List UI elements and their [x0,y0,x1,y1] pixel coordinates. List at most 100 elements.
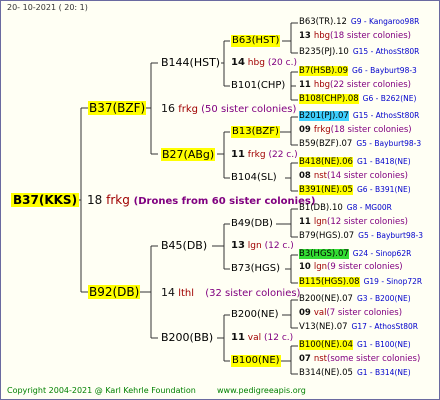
gen4-queen-name: B3(HGS).07 [299,249,349,259]
root-drone-code: frkg [106,193,130,207]
gen4-queen-row: B115(HGS).08 G19 - Sinop72R [299,277,423,287]
gen4-queen-line: G6 - Bayburt98-3 [352,66,417,75]
gen2-queen-name: B27(ABg) [161,148,216,161]
gen2-drone-info: 11 frkg (22 c.) [231,150,298,160]
gen4-queen-line: G17 - AthosSt80R [351,322,418,331]
drone-code: frkg [178,104,198,115]
gen4-queen-line: G3 - B200(NE) [356,294,411,303]
drone-code: frkg [313,125,331,135]
gen3-drone-info: 09 frkg(18 sister colonies) [299,126,412,135]
drone-code: lgn [247,241,262,251]
gen4-queen-name: B79(HGS).07 [299,231,355,241]
gen4-queen-line: G24 - Sinop62R [352,249,412,258]
drone-code: lgn [313,217,327,227]
drone-note: (7 sister colonies) [326,308,403,318]
gen4-queen-row: B418(NE).06 G1 - B418(NE) [299,157,411,167]
gen4-queen-row: B63(TR).12 G9 - Kangaroo98R [299,18,419,27]
gen4-queen-row: B3(HGS).07 G24 - Sinop62R [299,249,412,259]
root-drone-num: 18 [87,193,103,207]
gen4-queen-line: G5 - Bayburt98-3 [358,231,423,240]
drone-code: nst [313,354,327,364]
gen4-queen-name: B59(BZF).07 [299,139,353,149]
gen2-drone-info: 11 val (12 c.) [231,333,293,343]
drone-note: (32 sister colonies) [205,288,301,299]
drone-num: 13 [299,31,311,41]
gen4-queen-name: B108(CHP).08 [299,94,359,104]
gen3-drone-info: 09 val(7 sister colonies) [299,309,402,318]
gen3-queen-name: B13(BZF) [231,126,280,138]
copyright-footer: Copyright 2004-2021 @ Karl Kehrle Founda… [7,386,196,395]
gen4-queen-name: B314(NE).05 [299,368,353,378]
gen3-queen-name: B63(HST) [231,35,281,47]
drone-num: 07 [299,354,311,364]
gen4-queen-row: V13(NE).07 G17 - AthosSt80R [299,323,418,332]
gen4-queen-name: B7(HSB).09 [299,66,349,76]
drone-note: (12 c.) [264,333,294,343]
gen3-drone-info: 07 nst(some sister colonies) [299,355,420,364]
drone-num: 14 [231,57,245,68]
drone-note: (14 sister colonies) [327,171,408,181]
gen4-queen-line: G6 - B262(NE) [362,94,417,103]
gen4-queen-row: B59(BZF).07 G5 - Bayburt98-3 [299,140,421,149]
drone-note: (12 sister colonies) [327,217,408,227]
drone-num: 11 [231,332,245,343]
gen2-queen-name: B45(DB) [161,239,208,252]
drone-code: lthl [178,288,195,299]
gen4-queen-line: G5 - Bayburt98-3 [356,139,422,148]
root-drone-info: 18 frkg (Drones from 60 sister colonies) [87,194,315,207]
drone-note: (20 c.) [267,58,297,68]
gen4-queen-name: B63(TR).12 [299,17,347,27]
gen4-queen-row: B1(DB).10 G8 - MG00R [299,204,392,213]
drone-num: 09 [299,308,311,318]
gen3-queen-name: B101(CHP) [231,80,286,91]
gen3-queen-name: B49(DB) [231,218,273,229]
gen4-queen-name: B418(NE).06 [299,157,353,167]
date-header: 20- 10-2021 ( 20: 1) [7,3,88,12]
drone-code: val [247,333,262,343]
gen4-queen-row: B79(HGS).07 G5 - Bayburt98-3 [299,232,423,241]
gen4-queen-row: B201(PJ).07 G15 - AthosSt80R [299,111,420,121]
gen3-drone-info: 10 lgn(9 sister colonies) [299,263,403,272]
drone-num: 08 [299,171,311,181]
gen4-queen-line: G1 - B100(NE) [356,340,411,349]
drone-note: (50 sister colonies) [201,104,297,115]
gen3-drone-info: 08 nst(14 sister colonies) [299,172,408,181]
gen4-queen-name: B391(NE).05 [299,185,353,195]
drone-code: hbg [313,80,331,90]
drone-note: (22 sister colonies) [330,80,412,90]
gen4-queen-line: G19 - Sinop72R [363,277,423,286]
gen4-queen-row: B391(NE).05 G6 - B391(NE) [299,185,411,195]
gen4-queen-line: G1 - B418(NE) [356,157,411,166]
drone-note: (9 sister colonies) [327,262,403,272]
gen4-queen-line: G8 - MG00R [346,203,392,212]
gen4-queen-line: G1 - B314(NE) [356,368,411,377]
drone-num: 11 [299,80,311,90]
drone-num: 11 [231,149,245,160]
drone-code: nst [313,171,327,181]
gen1-queen-name: B92(DB) [88,285,141,299]
drone-note: (12 c.) [264,241,294,251]
drone-note: (18 sister colonies) [330,125,412,135]
gen4-queen-row: B235(PJ).10 G15 - AthosSt80R [299,48,419,57]
gen4-queen-name: B201(PJ).07 [299,111,349,121]
root-queen-name: B37(KKS) [11,193,80,207]
gen2-drone-info: 14 hbg (20 c.) [231,58,297,68]
gen1-drone-info: 16 frkg (50 sister colonies) [161,103,296,115]
drone-code: lgn [313,262,327,272]
gen3-drone-info: 11 lgn(12 sister colonies) [299,218,408,227]
gen4-queen-line: G6 - B391(NE) [356,185,411,194]
pedigree-frame: { "header": "20- 10-2021 ( 20: 1)", "foo… [0,0,440,400]
gen4-queen-row: B7(HSB).09 G6 - Bayburt98-3 [299,66,417,76]
gen3-queen-name: B200(NE) [231,309,279,320]
drone-note: (some sister colonies) [327,354,421,364]
gen1-queen-name: B37(BZF) [88,101,147,115]
gen1-drone-info: 14 lthl (32 sister colonies) [161,287,300,299]
gen4-queen-row: B108(CHP).08 G6 - B262(NE) [299,94,417,104]
gen4-queen-line: G15 - AthosSt80R [352,111,420,120]
gen4-queen-line: G15 - AthosSt80R [352,47,420,56]
drone-code: hbg [313,31,331,41]
drone-code: val [313,308,327,318]
gen4-queen-name: B100(NE).04 [299,340,353,350]
gen3-queen-name: B73(HGS) [231,263,281,274]
gen4-queen-name: B200(NE).07 [299,294,353,304]
